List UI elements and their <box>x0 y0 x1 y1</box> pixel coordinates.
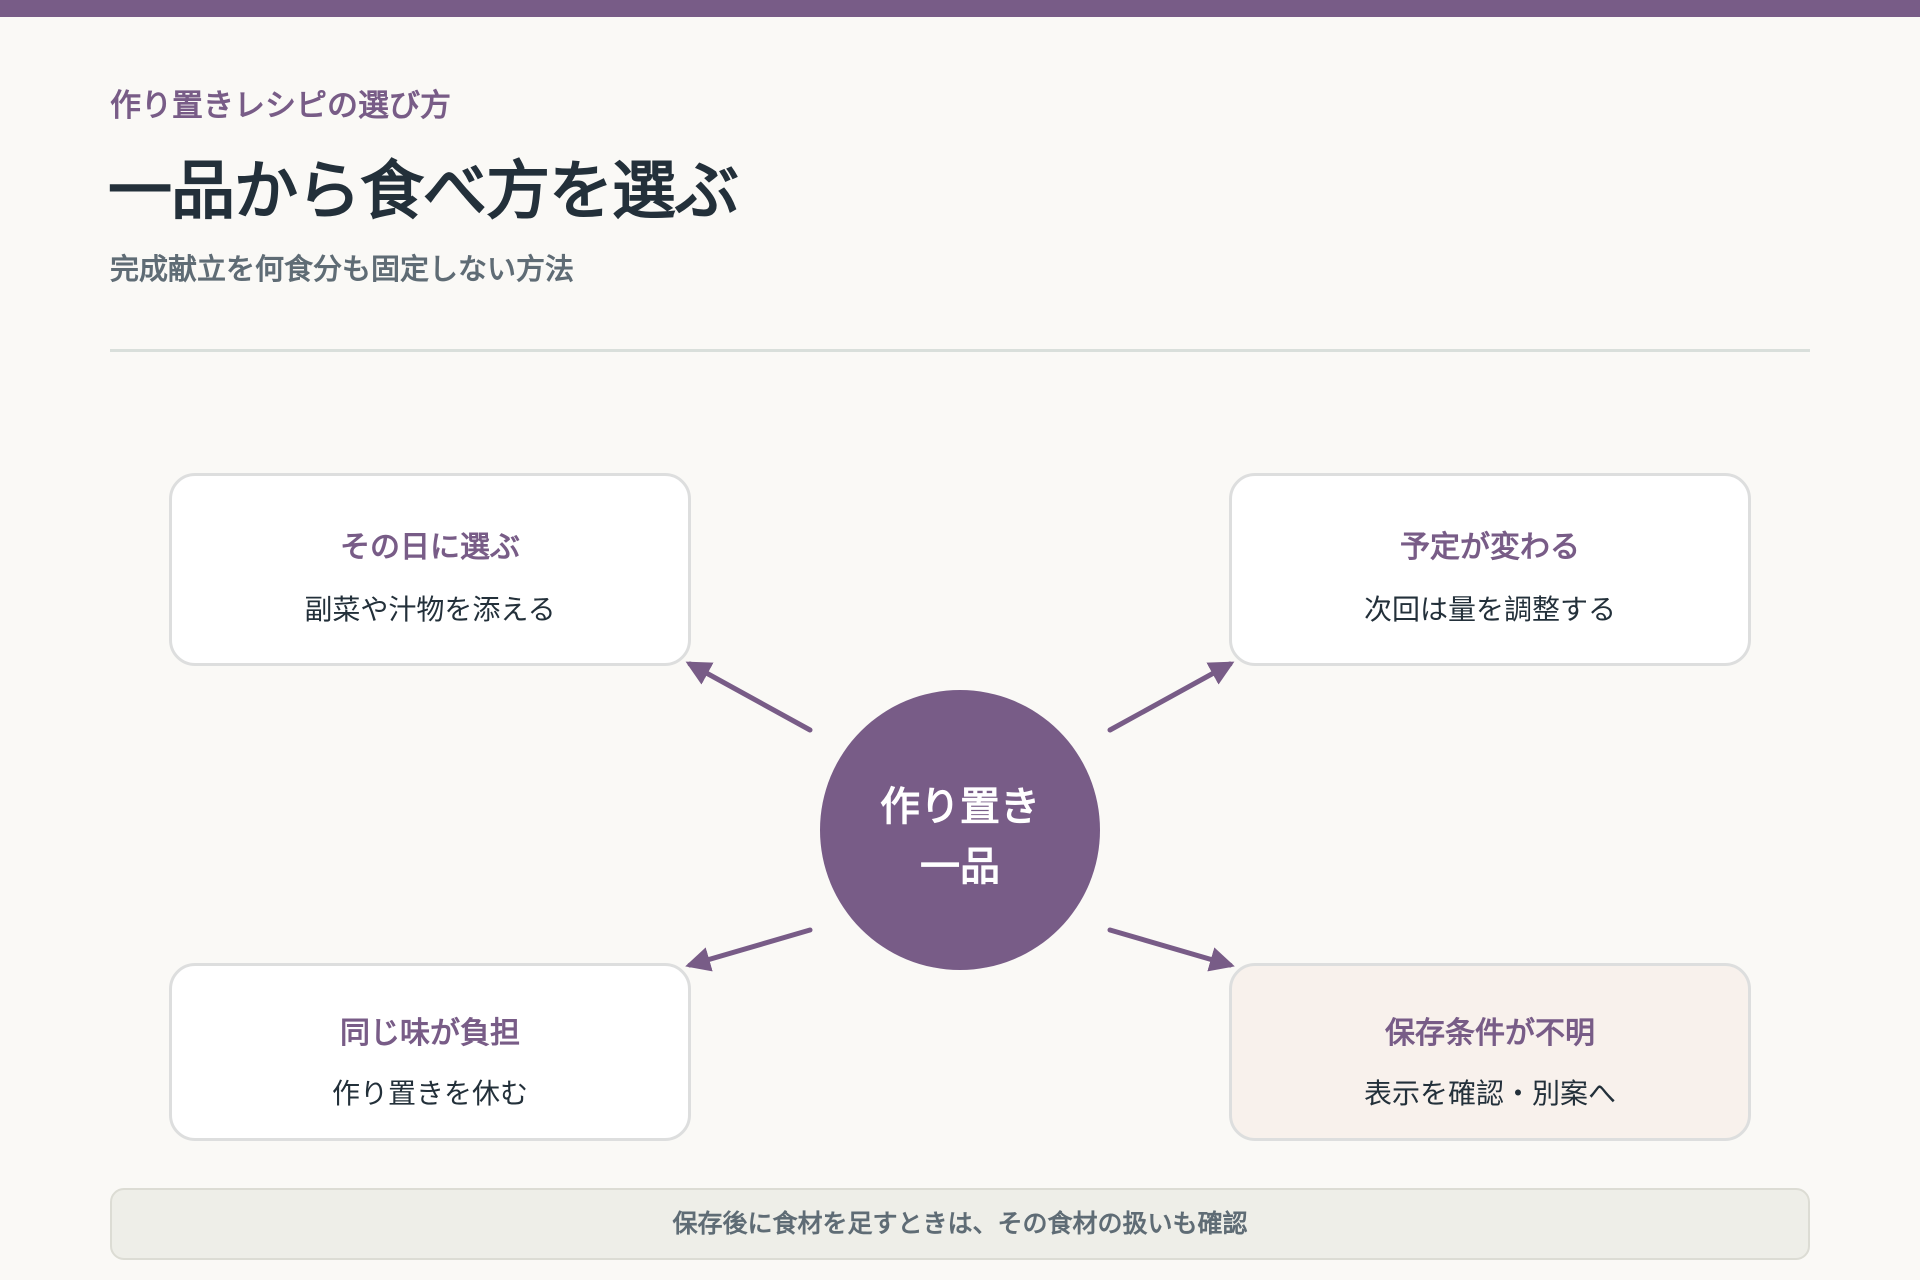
branch-text: 作り置きを休む <box>331 1077 528 1110</box>
arrow-to-top-left <box>685 661 813 733</box>
arrow-to-bottom-left <box>685 927 813 972</box>
branch-card-storage-unknown: 保存条件が不明 表示を確認・別案へ <box>1229 963 1751 1141</box>
branch-text: 次回は量を調整する <box>1363 593 1616 626</box>
arrow-to-bottom-right <box>1107 927 1235 972</box>
branch-text: 副菜や汁物を添える <box>304 593 556 626</box>
branch-title: 同じ味が負担 <box>340 1016 520 1051</box>
branch-diagram: その日に選ぶ 副菜や汁物を添える 予定が変わる 次回は量を調整する 作り置き 一… <box>0 0 1920 1280</box>
branch-text: 表示を確認・別案へ <box>1363 1077 1616 1110</box>
footer-note: 保存後に食材を足すときは、その食材の扱いも確認 <box>110 1188 1810 1260</box>
branch-title: その日に選ぶ <box>340 530 520 565</box>
arrow-to-top-right <box>1107 661 1235 733</box>
branch-card-choose-daily: その日に選ぶ 副菜や汁物を添える <box>169 473 691 666</box>
hub-label-line1: 作り置き <box>880 784 1040 830</box>
branch-title: 予定が変わる <box>1400 530 1580 565</box>
hub-circle: 作り置き 一品 <box>820 690 1100 970</box>
branch-card-schedule-change: 予定が変わる 次回は量を調整する <box>1229 473 1751 666</box>
branch-card-same-taste: 同じ味が負担 作り置きを休む <box>169 963 691 1141</box>
branch-title: 保存条件が不明 <box>1385 1016 1595 1051</box>
hub-label-line2: 一品 <box>920 844 1000 890</box>
